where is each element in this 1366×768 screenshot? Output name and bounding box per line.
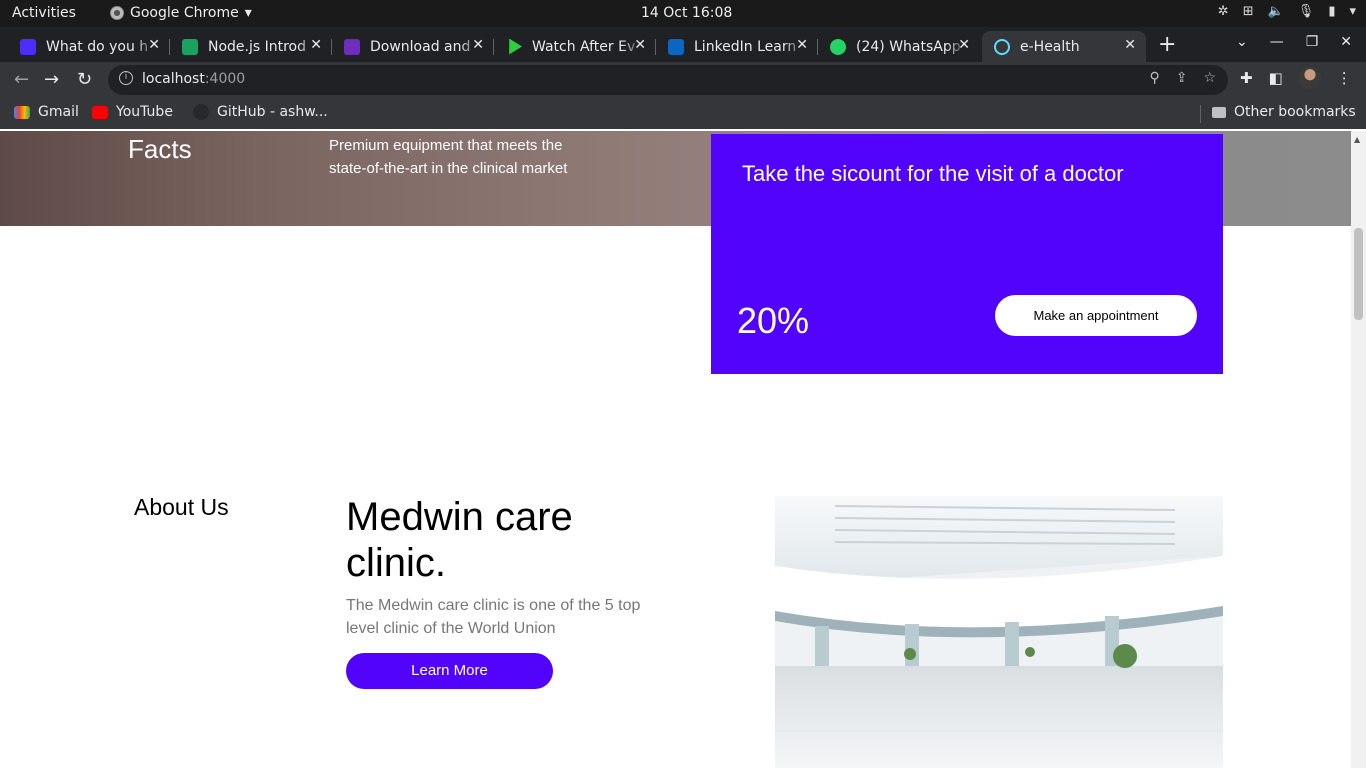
reload-icon[interactable]: ↻ <box>77 69 92 90</box>
forward-icon[interactable]: → <box>44 69 59 90</box>
close-icon[interactable]: ✕ <box>634 37 646 53</box>
other-bookmarks[interactable]: Other bookmarks <box>1212 104 1356 120</box>
facts-heading: Facts <box>128 134 192 164</box>
close-icon[interactable]: ✕ <box>796 37 808 53</box>
tab-3[interactable]: Download and ✕ <box>332 31 494 62</box>
tab-2[interactable]: Node.js Introd ✕ <box>170 31 332 62</box>
close-icon[interactable]: ✕ <box>958 37 970 53</box>
close-icon[interactable]: ✕ <box>472 37 484 53</box>
url-text[interactable]: localhost:4000 <box>142 71 245 87</box>
discount-percent: 20% <box>737 300 810 341</box>
youtube-icon <box>92 105 108 119</box>
tab-title: Node.js Introd <box>208 38 307 55</box>
gmail-icon <box>14 105 30 119</box>
close-icon[interactable]: ✕ <box>148 37 160 53</box>
new-tab-button[interactable]: + <box>1158 32 1176 57</box>
tab-6[interactable]: (24) WhatsApp ✕ <box>818 31 980 62</box>
tab-title: What do you h <box>46 38 149 55</box>
tab-search-icon[interactable]: ⌄ <box>1236 34 1248 50</box>
bookmark-youtube[interactable]: YouTube <box>92 104 173 120</box>
profile-avatar[interactable] <box>1298 67 1321 89</box>
whatsapp-icon <box>830 38 846 55</box>
close-window-icon[interactable]: ✕ <box>1340 34 1352 50</box>
side-panel-icon[interactable]: ◧ <box>1269 69 1283 89</box>
tab-4[interactable]: Watch After Ev ✕ <box>494 31 656 62</box>
back-icon[interactable]: ← <box>14 69 29 90</box>
tab-1[interactable]: What do you h ✕ <box>8 31 170 62</box>
page-viewport: Facts Premium equipment that meets the s… <box>0 131 1351 768</box>
app-name: Google Chrome <box>130 5 239 21</box>
bookmarks-divider <box>1200 105 1201 123</box>
tab-favicon-icon <box>182 38 198 55</box>
app-menu[interactable]: Google Chrome ▾ <box>110 5 252 21</box>
about-us-label: About Us <box>134 494 229 520</box>
share-icon[interactable]: ⇪ <box>1176 70 1188 86</box>
battery-icon[interactable]: ▮ <box>1328 4 1335 19</box>
slack-icon[interactable]: ✲ <box>1218 4 1229 19</box>
tab-title: (24) WhatsApp <box>856 38 961 55</box>
play-icon <box>509 38 522 55</box>
minimize-icon[interactable]: — <box>1270 34 1284 50</box>
tab-favicon-icon <box>20 38 36 55</box>
chevron-down-icon: ▾ <box>244 5 252 21</box>
tab-strip: What do you h ✕ Node.js Introd ✕ Downloa… <box>0 27 1366 62</box>
chevron-down-icon[interactable]: ▾ <box>1349 4 1356 19</box>
bookmark-github[interactable]: GitHub - ashw... <box>193 104 328 120</box>
close-icon[interactable]: ✕ <box>1124 37 1136 53</box>
activities-button[interactable]: Activities <box>12 5 76 21</box>
clinic-description: The Medwin care clinic is one of the 5 t… <box>346 597 641 637</box>
make-appointment-button[interactable]: Make an appointment <box>995 295 1197 336</box>
react-icon <box>994 38 1010 55</box>
extensions-icon[interactable]: ✚ <box>1240 69 1253 89</box>
facts-description: Premium equipment that meets the state-o… <box>329 137 568 177</box>
tab-title: e-Health <box>1020 38 1080 55</box>
bookmarks-bar: Gmail YouTube GitHub - ashw... Other boo… <box>0 98 1366 129</box>
close-icon[interactable]: ✕ <box>310 37 322 53</box>
system-tray[interactable]: ✲ ⊞ 🔈 🎙 ▮ ▾ <box>1218 4 1356 19</box>
discount-title: Take the sicount for the visit of a doct… <box>742 161 1124 186</box>
github-icon <box>193 104 209 120</box>
tab-title: Download and <box>370 38 471 55</box>
folder-icon <box>1212 106 1226 118</box>
scrollbar-thumb[interactable] <box>1354 228 1363 320</box>
window-controls: ⌄ — ❐ ✕ <box>1236 34 1352 50</box>
info-icon[interactable]: i <box>119 71 133 85</box>
zoom-icon[interactable]: ⚲ <box>1149 70 1159 86</box>
scroll-up-icon[interactable]: ▲ <box>1354 135 1360 144</box>
system-top-bar: Activities Google Chrome ▾ 14 Oct 16:08 … <box>0 0 1366 27</box>
tab-7-active[interactable]: e-Health ✕ <box>982 31 1146 62</box>
bookmark-star-icon[interactable]: ☆ <box>1203 70 1216 86</box>
clinic-hall-image <box>775 496 1223 768</box>
volume-icon[interactable]: 🔈 <box>1268 4 1284 19</box>
clinic-title: Medwin care clinic. <box>346 495 573 585</box>
tab-5[interactable]: LinkedIn Learn ✕ <box>656 31 818 62</box>
menu-dots-icon[interactable]: ⋮ <box>1337 69 1352 89</box>
tab-favicon-icon <box>344 38 360 55</box>
clock[interactable]: 14 Oct 16:08 <box>641 5 732 21</box>
discount-card: Take the sicount for the visit of a doct… <box>711 134 1223 374</box>
chrome-icon <box>110 6 124 20</box>
network-icon[interactable]: ⊞ <box>1243 4 1254 19</box>
tab-title: Watch After Ev <box>532 38 636 55</box>
address-bar[interactable]: i localhost:4000 ⚲ ⇪ ☆ <box>108 65 1228 95</box>
learn-more-button[interactable]: Learn More <box>346 653 553 689</box>
restore-icon[interactable]: ❐ <box>1306 34 1319 50</box>
browser-toolbar: ← → ↻ i localhost:4000 ⚲ ⇪ ☆ ✚ ◧ ⋮ <box>0 62 1366 98</box>
page-scrollbar[interactable]: ▲ <box>1351 131 1366 768</box>
bookmark-gmail[interactable]: Gmail <box>14 104 79 120</box>
tab-title: LinkedIn Learn <box>694 38 797 55</box>
microphone-icon[interactable]: 🎙 <box>1298 4 1315 19</box>
linkedin-icon <box>668 38 684 55</box>
